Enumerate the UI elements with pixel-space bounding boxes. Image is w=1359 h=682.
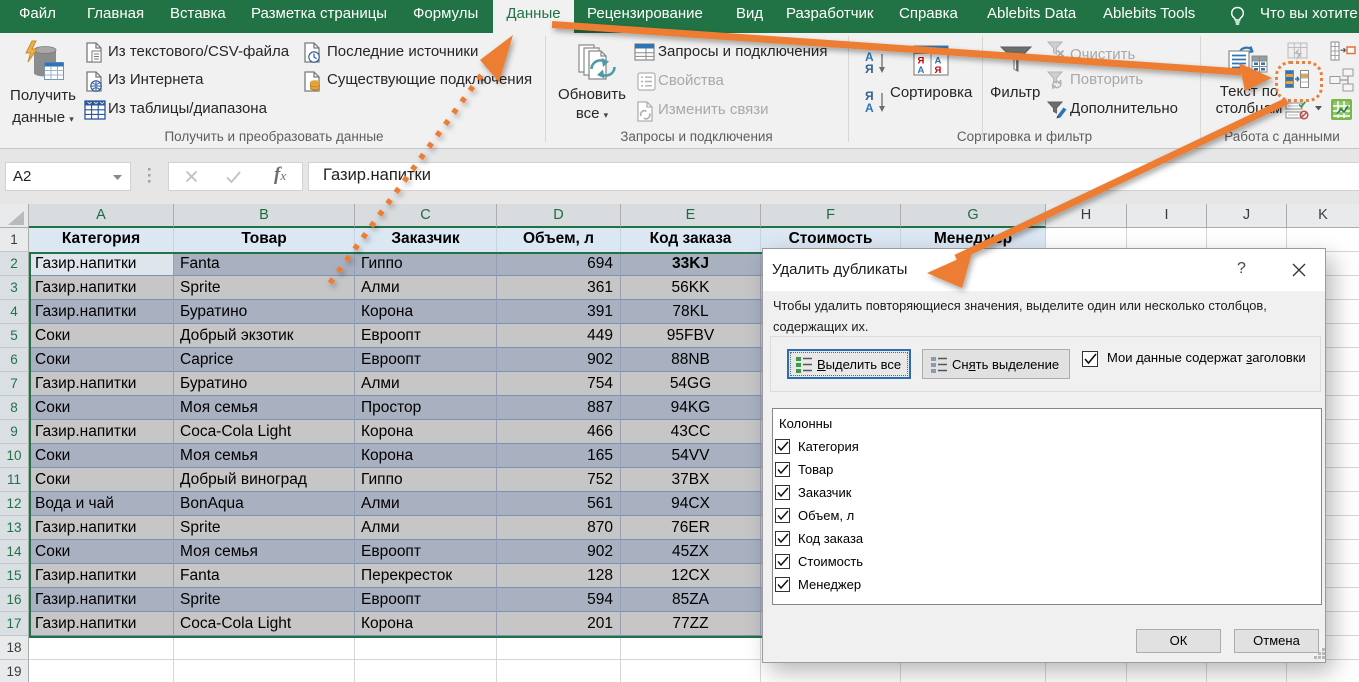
svg-text:Я: Я: [935, 65, 942, 76]
svg-text:А: А: [918, 65, 925, 76]
